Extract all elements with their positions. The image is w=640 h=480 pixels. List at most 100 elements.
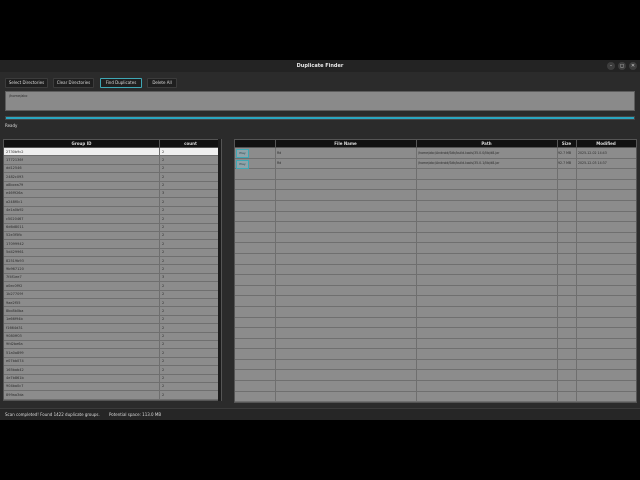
table-row[interactable] — [235, 306, 636, 318]
table-row[interactable]: 9fd2be6a 2 — [4, 340, 221, 350]
table-row[interactable] — [235, 179, 636, 191]
table-row[interactable]: a248f0c1 2 — [4, 198, 221, 207]
delete-all-button[interactable]: Delete All — [147, 78, 177, 88]
table-row[interactable]: a8bcea79 2 — [4, 181, 221, 190]
table-row[interactable]: 2730b9c2 2 — [4, 148, 221, 157]
table-row[interactable] — [235, 285, 636, 297]
table-row[interactable]: 904ba0c7 2 — [4, 382, 221, 392]
table-row[interactable]: f1664d31 2 — [4, 324, 221, 333]
table-row[interactable] — [235, 200, 636, 212]
table-row[interactable] — [235, 349, 636, 360]
table-row[interactable]: 7f4f1ee7 3 — [4, 273, 221, 283]
minimize-icon[interactable]: – — [607, 62, 615, 70]
table-row[interactable]: 52e3f5fb 2 — [4, 231, 221, 241]
count-cell: 2 — [162, 376, 165, 381]
table-row[interactable] — [235, 370, 636, 382]
table-row[interactable] — [235, 211, 636, 223]
group-id-cell: a0ec0f92 — [6, 283, 23, 288]
table-row[interactable] — [235, 264, 636, 276]
table-row[interactable]: 9b967120 2 — [4, 265, 221, 274]
table-row[interactable]: dd12546 2 — [4, 164, 221, 174]
group-id-cell: e46f926a — [6, 191, 23, 196]
table-row[interactable] — [235, 275, 636, 286]
group-id-cell: 9b967120 — [6, 266, 24, 271]
count-cell: 2 — [162, 367, 165, 372]
table-row[interactable]: 17099942 2 — [4, 240, 221, 249]
table-row[interactable]: 4e1a0b92 2 — [4, 206, 221, 216]
table-row[interactable] — [235, 222, 636, 233]
count-cell: 2 — [162, 384, 165, 389]
count-cell: 2 — [162, 334, 165, 339]
table-row[interactable]: Play Rd/home/abc/Android/Sdk/build-tools/… — [235, 148, 636, 159]
group-id-cell: 904ba0c7 — [6, 384, 24, 389]
group-id-cell: 17099942 — [6, 241, 24, 246]
files-table-header: File Name Path Size Modified — [235, 140, 636, 148]
table-row[interactable] — [235, 169, 636, 180]
count-cell: 2 — [162, 300, 165, 305]
close-icon[interactable]: ✕ — [629, 62, 637, 70]
files-table: File Name Path Size Modified Play Rd/home… — [234, 139, 637, 403]
table-row[interactable] — [235, 381, 636, 392]
table-row[interactable]: 2482c093 2 — [4, 173, 221, 182]
table-row[interactable] — [235, 328, 636, 339]
table-row[interactable] — [235, 232, 636, 244]
table-row[interactable] — [235, 317, 636, 329]
table-row[interactable]: e46f926a 3 — [4, 189, 221, 199]
play-button[interactable]: Play — [236, 159, 249, 169]
table-row[interactable]: 1b27709f 2 — [4, 290, 221, 300]
group-id-cell: 5d429961 — [6, 250, 24, 255]
select-directories-button[interactable]: Select Directories — [5, 78, 48, 88]
count-header[interactable]: count — [160, 141, 221, 146]
group-id-cell: 9080ff03 — [6, 334, 22, 339]
groups-table: Group ID count 2730b9c2 2 1772136f 2 dd12546… — [3, 139, 222, 401]
title-bar: Duplicate Finder – ◻ ✕ — [0, 60, 640, 72]
table-row[interactable]: 899aa3da 2 — [4, 391, 221, 400]
table-row[interactable]: e07bb074 2 — [4, 357, 221, 367]
table-row[interactable] — [235, 359, 636, 371]
table-row[interactable]: a0ec0f92 2 — [4, 282, 221, 291]
group-id-cell: 165bab42 — [6, 367, 24, 372]
table-row[interactable]: 8bc8b0ba 2 — [4, 307, 221, 316]
directories-list[interactable]: /home/abc — [5, 91, 635, 111]
maximize-icon[interactable]: ◻ — [618, 62, 626, 70]
table-row[interactable]: 165bab42 2 — [4, 366, 221, 375]
table-row[interactable]: 1e66f94b 2 — [4, 315, 221, 325]
count-cell: 2 — [162, 241, 165, 246]
group-id-cell: 6d6d8011 — [6, 225, 24, 230]
file-name-header[interactable]: File Name — [275, 141, 416, 146]
table-row[interactable]: 6d6d8011 2 — [4, 223, 221, 232]
table-row[interactable]: 51a0a899 2 — [4, 349, 221, 358]
table-row[interactable] — [235, 190, 636, 201]
progress-bar — [5, 116, 635, 120]
table-row[interactable]: 4e7b861b 2 — [4, 374, 221, 383]
count-cell: 2 — [162, 157, 165, 162]
group-id-header[interactable]: Group ID — [4, 141, 159, 146]
progress-fill — [6, 117, 634, 119]
table-row[interactable]: 9080ff03 2 — [4, 332, 221, 341]
size-header[interactable]: Size — [557, 141, 576, 146]
count-cell: 2 — [162, 258, 165, 263]
table-row[interactable] — [235, 253, 636, 265]
clear-directories-button[interactable]: Clear Directories — [53, 78, 94, 88]
modified-header[interactable]: Modified — [576, 141, 636, 146]
table-row[interactable] — [235, 243, 636, 254]
group-id-cell: 51a0a899 — [6, 350, 24, 355]
count-cell: 2 — [162, 225, 165, 230]
groups-table-body: 2730b9c2 2 1772136f 2 dd12546 2 2482c093 2 a8bce… — [4, 148, 221, 400]
table-row[interactable]: 82519b93 2 — [4, 257, 221, 266]
play-button[interactable]: Play — [236, 149, 249, 158]
count-cell: 2 — [162, 149, 165, 154]
count-cell: 2 — [162, 283, 165, 288]
count-cell: 2 — [162, 350, 165, 355]
groups-scrollbar[interactable] — [218, 139, 221, 401]
table-row[interactable] — [235, 338, 636, 350]
table-row[interactable]: 5d429961 2 — [4, 248, 221, 258]
table-row[interactable]: 1772136f 2 — [4, 156, 221, 165]
table-row[interactable]: 9ae2f55 2 — [4, 299, 221, 308]
table-row[interactable]: Play Rd/home/abc/Android/Sdk/build-tools/… — [235, 158, 636, 170]
table-row[interactable]: c5020467 2 — [4, 215, 221, 224]
table-row[interactable] — [235, 391, 636, 402]
find-duplicates-button[interactable]: Find Duplicates — [100, 78, 142, 88]
path-header[interactable]: Path — [416, 141, 557, 146]
table-row[interactable] — [235, 296, 636, 307]
